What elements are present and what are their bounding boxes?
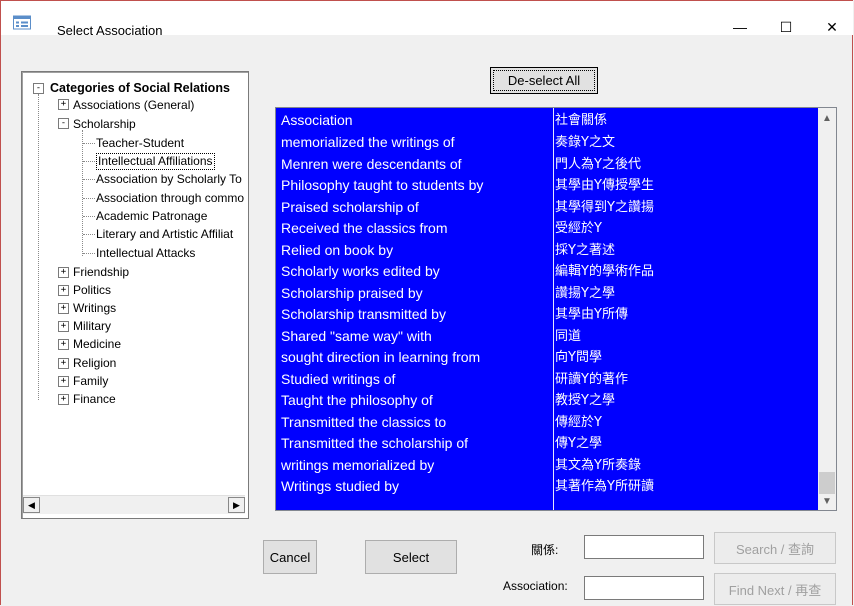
expand-icon[interactable]: + — [58, 267, 69, 278]
tree-item-teacher-student[interactable]: Teacher-Student — [96, 135, 184, 151]
list-vertical-scrollbar[interactable]: ▲ ▼ — [818, 108, 836, 510]
tree-item-politics[interactable]: Politics — [73, 282, 111, 298]
expand-icon[interactable]: + — [58, 285, 69, 296]
scroll-up-icon[interactable]: ▲ — [818, 109, 836, 127]
select-button[interactable]: Select — [365, 540, 457, 574]
list-header: Association 社會關係 — [276, 110, 816, 132]
expand-icon[interactable]: + — [58, 339, 69, 350]
tree-item-military[interactable]: Military — [73, 318, 111, 334]
list-row[interactable]: Relied on book by 採Y之著述 — [276, 240, 816, 262]
scroll-down-icon[interactable]: ▼ — [818, 492, 836, 510]
association-label: Association: — [503, 579, 568, 593]
list-row[interactable]: Shared "same way" with 同道 — [276, 326, 816, 348]
tree-item-family[interactable]: Family — [73, 373, 108, 389]
tree-item-medicine[interactable]: Medicine — [73, 336, 121, 352]
association-list[interactable]: Association 社會關係 memorialized the writin… — [275, 107, 837, 511]
expand-icon[interactable]: + — [58, 99, 69, 110]
scrollbar-thumb[interactable] — [819, 472, 835, 494]
collapse-icon[interactable]: - — [58, 118, 69, 129]
minimize-button[interactable]: — — [717, 13, 763, 41]
list-row[interactable]: Transmitted the classics to 傳經於Y — [276, 412, 816, 434]
list-row[interactable]: Scholarship transmitted by 其學由Y所傳 — [276, 304, 816, 326]
list-row[interactable]: sought direction in learning from 向Y問學 — [276, 347, 816, 369]
header-association: Association — [281, 112, 353, 128]
expand-icon[interactable]: + — [58, 376, 69, 387]
list-row[interactable]: Taught the philosophy of 教授Y之學 — [276, 390, 816, 412]
category-tree[interactable]: - Categories of Social Relations + Assoc… — [21, 71, 249, 519]
expand-icon[interactable]: + — [58, 321, 69, 332]
search-button[interactable]: Search / 查詢 — [714, 532, 836, 564]
tree-item-intellectual-attacks[interactable]: Intellectual Attacks — [96, 245, 195, 261]
expand-icon[interactable]: + — [58, 394, 69, 405]
collapse-icon[interactable]: - — [33, 83, 44, 94]
cancel-button[interactable]: Cancel — [263, 540, 317, 574]
tree-item-associations-general[interactable]: Associations (General) — [73, 97, 194, 113]
list-row[interactable]: memorialized the writings of 奏錄Y之文 — [276, 132, 816, 154]
maximize-button[interactable]: ☐ — [763, 13, 809, 41]
dialog-window: Select Association — ☐ ✕ - Categories of… — [0, 0, 853, 605]
header-guanxi: 社會關係 — [555, 113, 608, 128]
tree-item-literary-artistic[interactable]: Literary and Artistic Affiliat — [96, 226, 233, 242]
list-row[interactable]: Scholarly works edited by 編輯Y的學術作品 — [276, 261, 816, 283]
form-icon — [13, 15, 31, 35]
list-row[interactable]: writings memorialized by 其文為Y所奏錄 — [276, 455, 816, 477]
tree-horizontal-scrollbar[interactable]: ◀ ▶ — [23, 495, 245, 514]
scroll-left-icon[interactable]: ◀ — [23, 497, 40, 513]
tree-item-finance[interactable]: Finance — [73, 391, 116, 407]
tree-item-religion[interactable]: Religion — [73, 355, 116, 371]
expand-icon[interactable]: + — [58, 358, 69, 369]
tree-item-academic-patronage[interactable]: Academic Patronage — [96, 208, 207, 224]
list-row[interactable]: Studied writings of 研讀Y的著作 — [276, 369, 816, 391]
tree-item-friendship[interactable]: Friendship — [73, 264, 129, 280]
list-row[interactable]: Menren were descendants of 門人為Y之後代 — [276, 154, 816, 176]
tree-item-writings[interactable]: Writings — [73, 300, 116, 316]
close-button[interactable]: ✕ — [809, 13, 854, 41]
expand-icon[interactable]: + — [58, 303, 69, 314]
title-bar: Select Association — ☐ ✕ — [1, 1, 853, 38]
list-row[interactable]: Received the classics from 受經於Y — [276, 218, 816, 240]
association-search-input[interactable] — [584, 576, 704, 600]
list-row[interactable]: Praised scholarship of 其學得到Y之讚揚 — [276, 197, 816, 219]
list-row[interactable]: Transmitted the scholarship of 傳Y之學 — [276, 433, 816, 455]
scroll-right-icon[interactable]: ▶ — [228, 497, 245, 513]
tree-item-common-association[interactable]: Association through commo — [96, 190, 244, 206]
window-title: Select Association — [57, 23, 163, 38]
tree-root-categories[interactable]: Categories of Social Relations — [50, 80, 230, 96]
find-next-button[interactable]: Find Next / 再查 — [714, 573, 836, 605]
list-row[interactable]: Philosophy taught to students by 其學由Y傳授學生 — [276, 175, 816, 197]
tree-item-intellectual-affiliations[interactable]: Intellectual Affiliations — [96, 153, 215, 170]
deselect-all-button[interactable]: De-select All — [490, 67, 598, 94]
list-row[interactable]: Writings studied by 其著作為Y所研讀 — [276, 476, 816, 498]
guanxi-label: 關係: — [531, 543, 559, 557]
list-row[interactable]: Scholarship praised by 讚揚Y之學 — [276, 283, 816, 305]
tree-item-scholarly-topic[interactable]: Association by Scholarly To — [96, 171, 242, 187]
guanxi-search-input[interactable] — [584, 535, 704, 559]
